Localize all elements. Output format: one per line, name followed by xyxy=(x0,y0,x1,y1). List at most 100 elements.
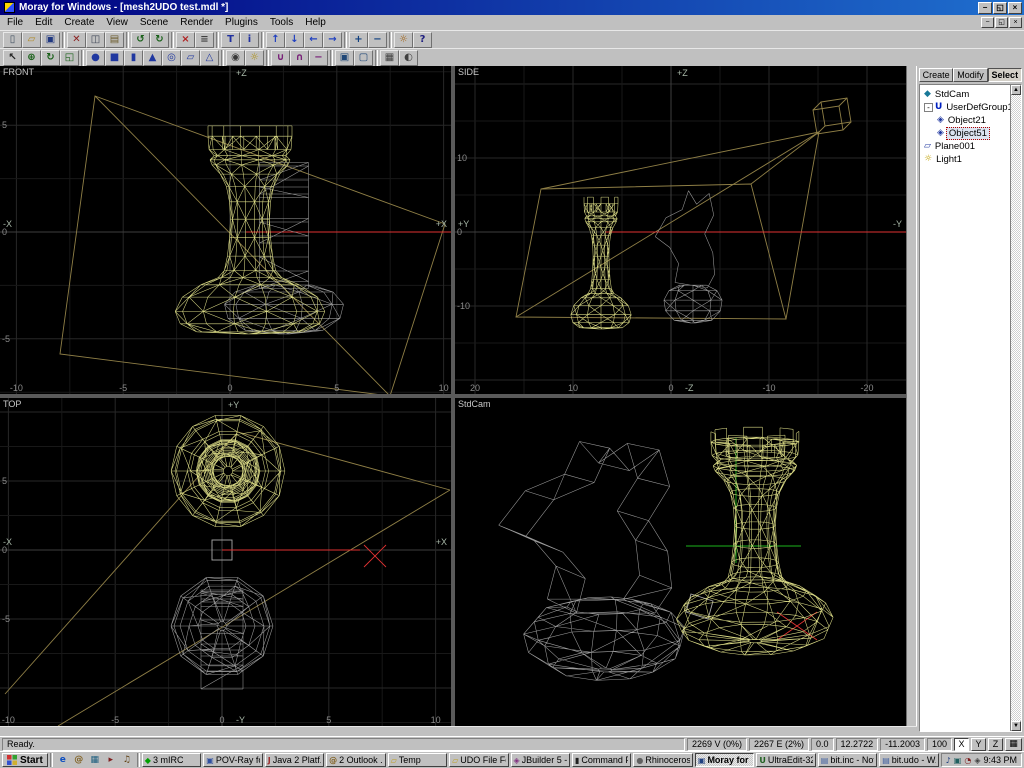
outlook-icon[interactable]: @ xyxy=(71,753,87,767)
network-icon[interactable]: ◈ xyxy=(974,756,980,765)
tree-item-stdcam[interactable]: ◆StdCam xyxy=(922,88,1010,101)
winamp-icon[interactable]: ♫ xyxy=(119,753,135,767)
csg-difference-button[interactable]: − xyxy=(309,50,328,66)
properties-button[interactable]: ≡ xyxy=(195,32,214,48)
mdi-minimize-button[interactable]: − xyxy=(981,17,994,28)
mdi-restore-button[interactable]: ◱ xyxy=(995,17,1008,28)
tab-create[interactable]: Create xyxy=(919,68,953,82)
task-jbuilder-5[interactable]: ◈JBuilder 5 - ... xyxy=(511,753,570,767)
workspace-vertical-splitter[interactable] xyxy=(906,66,917,726)
title-bar[interactable]: Moray for Windows - [mesh2UDO test.mdl *… xyxy=(0,0,1024,15)
task-ultraedit-32[interactable]: UUltraEdit-32 xyxy=(756,753,815,767)
internet-explorer-icon[interactable]: e xyxy=(55,753,71,767)
show-desktop-icon[interactable]: ▦ xyxy=(87,753,103,767)
menu-file[interactable]: File xyxy=(1,16,29,30)
media-player-icon[interactable]: ▸ xyxy=(103,753,119,767)
menu-help[interactable]: Help xyxy=(299,16,332,30)
tree-item-object51[interactable]: ◈Object51 xyxy=(922,127,1010,140)
tab-modify[interactable]: Modify xyxy=(953,68,987,82)
create-cylinder-button[interactable]: ▮ xyxy=(124,50,143,66)
scroll-down-icon[interactable]: ▼ xyxy=(1011,721,1021,731)
create-box-button[interactable]: ■ xyxy=(105,50,124,66)
csg-intersection-button[interactable]: ∩ xyxy=(290,50,309,66)
csg-union-button[interactable]: ∪ xyxy=(271,50,290,66)
axis-x-button[interactable]: X xyxy=(954,738,969,751)
minimize-button[interactable]: − xyxy=(978,2,992,14)
menu-plugins[interactable]: Plugins xyxy=(219,16,264,30)
tree-scrollbar[interactable]: ▲ ▼ xyxy=(1010,85,1021,731)
axis-z-button[interactable]: Z xyxy=(988,738,1003,751)
move-left-button[interactable]: ← xyxy=(304,32,323,48)
shaded-view-button[interactable]: ◐ xyxy=(399,50,418,66)
tree-item-plane001[interactable]: ▱Plane001 xyxy=(922,140,1010,153)
task-2-outlook[interactable]: @2 Outlook ... xyxy=(326,753,385,767)
tree-item-light1[interactable]: ☼Light1 xyxy=(922,153,1010,166)
undo-button[interactable]: ↺ xyxy=(131,32,150,48)
select-button[interactable]: ↖ xyxy=(3,50,22,66)
help-button[interactable]: ? xyxy=(413,32,432,48)
menu-create[interactable]: Create xyxy=(58,16,100,30)
close-button[interactable]: × xyxy=(1008,2,1022,14)
viewport-front[interactable]: -10-5051050-5+Z-X+XFRONT xyxy=(0,66,451,394)
scale-button[interactable]: ◱ xyxy=(60,50,79,66)
open-file-button[interactable]: ▱ xyxy=(22,32,41,48)
task-pov-ray-fo[interactable]: ▣POV-Ray fo... xyxy=(203,753,262,767)
task-moray-for[interactable]: ▣Moray for ... xyxy=(695,753,754,767)
menu-view[interactable]: View xyxy=(100,16,134,30)
move-right-button[interactable]: → xyxy=(323,32,342,48)
task-rhinoceros[interactable]: ●Rhinoceros ... xyxy=(633,753,692,767)
render-button[interactable]: ☼ xyxy=(394,32,413,48)
task-bit-udo-w[interactable]: ▤bit.udo - W... xyxy=(879,753,938,767)
restore-button[interactable]: ◱ xyxy=(993,2,1007,14)
create-light-button[interactable]: ☼ xyxy=(245,50,264,66)
grid-snap-button[interactable]: ▦ xyxy=(1005,738,1022,751)
scroll-up-icon[interactable]: ▲ xyxy=(1011,85,1021,95)
scheduler-icon[interactable]: ◔ xyxy=(964,756,971,765)
ungroup-button[interactable]: ▢ xyxy=(354,50,373,66)
zoom-in-button[interactable]: + xyxy=(349,32,368,48)
create-sphere-button[interactable]: ● xyxy=(86,50,105,66)
redo-button[interactable]: ↻ xyxy=(150,32,169,48)
menu-edit[interactable]: Edit xyxy=(29,16,58,30)
viewport-side[interactable]: 20100-10-20100-10+Z-Z+Y-YSIDE xyxy=(455,66,906,394)
create-camera-button[interactable]: ◉ xyxy=(226,50,245,66)
menu-scene[interactable]: Scene xyxy=(134,16,174,30)
tree-item-userdefgroup1[interactable]: -UUserDefGroup1 xyxy=(922,101,1010,114)
workspace-horizontal-splitter[interactable] xyxy=(0,726,917,736)
wireframe-view-button[interactable]: ▦ xyxy=(380,50,399,66)
save-file-button[interactable]: ▣ xyxy=(41,32,60,48)
create-torus-button[interactable]: ◎ xyxy=(162,50,181,66)
start-button[interactable]: Start xyxy=(2,753,48,767)
new-file-button[interactable]: ▯ xyxy=(3,32,22,48)
move-up-button[interactable]: ↑ xyxy=(266,32,285,48)
task-temp[interactable]: ▱Temp xyxy=(388,753,447,767)
axis-y-button[interactable]: Y xyxy=(971,738,986,751)
create-mesh-button[interactable]: △ xyxy=(200,50,219,66)
rotate-button[interactable]: ↻ xyxy=(41,50,60,66)
task-udo-file-fo[interactable]: ▱UDO File Fo... xyxy=(449,753,508,767)
move-down-button[interactable]: ↓ xyxy=(285,32,304,48)
task-bit-inc-not[interactable]: ▤bit.inc - Not... xyxy=(818,753,877,767)
copy-button[interactable]: ◫ xyxy=(86,32,105,48)
create-cone-button[interactable]: ▲ xyxy=(143,50,162,66)
task-java-2-platf[interactable]: JJava 2 Platf... xyxy=(265,753,324,767)
delete-button[interactable]: × xyxy=(176,32,195,48)
group-button[interactable]: ▣ xyxy=(335,50,354,66)
translate-button[interactable]: ⊕ xyxy=(22,50,41,66)
menu-render[interactable]: Render xyxy=(174,16,219,30)
text-button[interactable]: T xyxy=(221,32,240,48)
create-plane-button[interactable]: ▱ xyxy=(181,50,200,66)
info-button[interactable]: i xyxy=(240,32,259,48)
tree-expander-icon[interactable]: - xyxy=(924,103,933,112)
mdi-close-button[interactable]: × xyxy=(1009,17,1022,28)
viewport-top[interactable]: -10-5051050-5+Y-Y-X+XTOP xyxy=(0,398,451,726)
tab-select[interactable]: Select xyxy=(988,68,1022,82)
paste-button[interactable]: ▤ xyxy=(105,32,124,48)
display-icon[interactable]: ▣ xyxy=(954,756,962,765)
zoom-out-button[interactable]: − xyxy=(368,32,387,48)
task-3-mirc[interactable]: ◆3 mIRC xyxy=(142,753,201,767)
viewport-camera[interactable]: StdCam xyxy=(455,398,906,726)
tree-item-object21[interactable]: ◈Object21 xyxy=(922,114,1010,127)
task-command-p[interactable]: ▮Command P... xyxy=(572,753,631,767)
scrollbar-track[interactable] xyxy=(1011,95,1021,721)
